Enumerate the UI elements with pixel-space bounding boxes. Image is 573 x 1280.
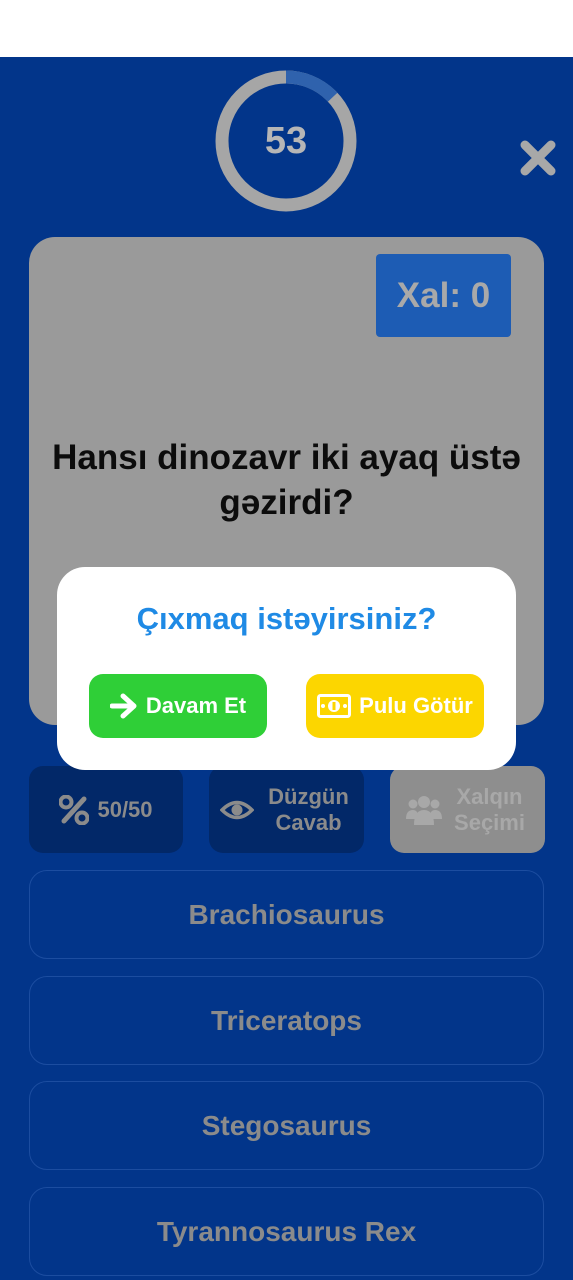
close-icon bbox=[520, 140, 556, 176]
lifeline-audience[interactable]: Xalqın Seçimi bbox=[390, 766, 545, 853]
lifeline-label: Düzgün Cavab bbox=[268, 783, 349, 835]
answer-option-a[interactable]: Brachiosaurus bbox=[29, 870, 544, 959]
continue-button[interactable]: Davam Et bbox=[89, 674, 267, 738]
close-button[interactable] bbox=[519, 139, 557, 177]
continue-label: Davam Et bbox=[145, 693, 247, 718]
game-screen: 53 Xal: 0 Hansı dinozavr iki ayaq üstə g… bbox=[0, 57, 573, 1280]
money-bill-icon bbox=[317, 694, 352, 718]
take-money-label: Pulu Götür bbox=[359, 693, 473, 718]
take-money-button[interactable]: Pulu Götür bbox=[306, 674, 484, 738]
answer-option-d[interactable]: Tyrannosaurus Rex bbox=[29, 1187, 544, 1276]
countdown-timer: 53 bbox=[214, 69, 358, 213]
exit-dialog: Çıxmaq istəyirsiniz? Davam Et Pulu Götür bbox=[57, 567, 516, 770]
lifeline-correct-answer[interactable]: Düzgün Cavab bbox=[209, 766, 364, 853]
percent-icon bbox=[59, 794, 90, 825]
lifeline-label: 50/50 bbox=[97, 796, 153, 822]
eye-icon bbox=[219, 800, 254, 819]
score-badge: Xal: 0 bbox=[376, 254, 511, 337]
lifeline-fifty-fifty[interactable]: 50/50 bbox=[29, 766, 183, 853]
lifeline-label: Xalqın Seçimi bbox=[454, 783, 525, 835]
arrow-right-icon bbox=[109, 693, 137, 719]
answer-option-c[interactable]: Stegosaurus bbox=[29, 1081, 544, 1170]
answer-option-b[interactable]: Triceratops bbox=[29, 976, 544, 1065]
users-icon bbox=[405, 795, 442, 825]
timer-value: 53 bbox=[264, 119, 308, 162]
question-text: Hansı dinozavr iki ayaq üstə gəzirdi? bbox=[52, 438, 521, 522]
dialog-title: Çıxmaq istəyirsiniz? bbox=[136, 601, 437, 636]
